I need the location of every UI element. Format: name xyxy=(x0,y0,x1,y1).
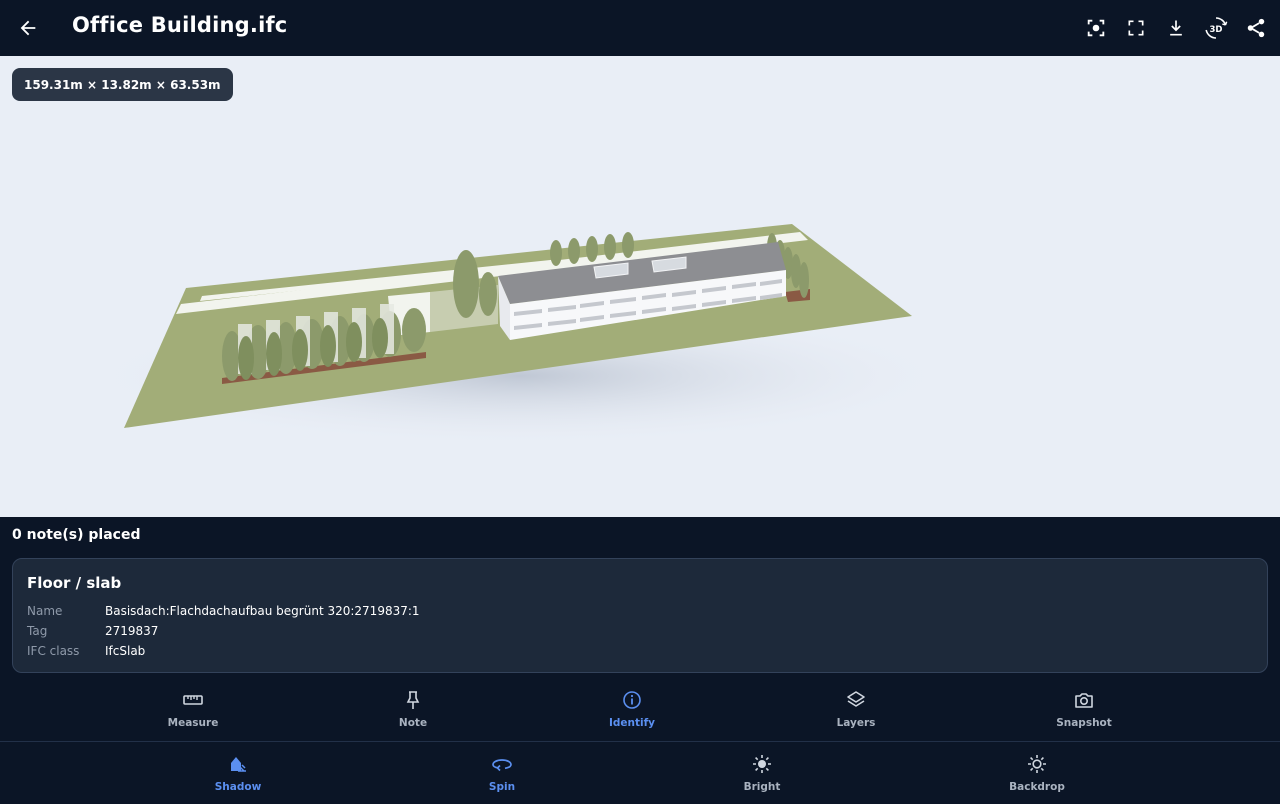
fullscreen-icon xyxy=(1128,20,1144,36)
display-label: Spin xyxy=(488,781,516,793)
info-row-tag: Tag 2719837 xyxy=(27,624,158,638)
top-actions: 3D xyxy=(1080,12,1272,44)
model-dimensions-badge: 159.31m × 13.82m × 63.53m xyxy=(12,68,233,101)
info-value: IfcSlab xyxy=(105,644,146,658)
svg-text:3D: 3D xyxy=(1210,25,1223,35)
shadow-icon xyxy=(231,757,246,772)
sun-icon xyxy=(753,755,771,773)
focus-icon xyxy=(1087,19,1105,37)
info-value: 2719837 xyxy=(105,624,159,638)
display-label: Shadow xyxy=(214,781,262,793)
layers-tool-button[interactable]: Layers xyxy=(796,680,916,738)
display-options-bar: Shadow Spin Bright Backdrop xyxy=(0,742,1280,804)
pin-icon xyxy=(406,691,420,709)
spin-toggle-button[interactable]: Spin xyxy=(442,742,562,802)
shadow-toggle-button[interactable]: Shadow xyxy=(178,742,298,802)
top-app-bar: Office Building.ifc 3D xyxy=(0,0,1280,56)
display-label: Bright xyxy=(743,781,781,793)
tool-label: Layers xyxy=(836,717,876,729)
display-label: Backdrop xyxy=(1009,781,1065,793)
tool-bar: Measure Note Identify Layers Snapshot xyxy=(0,680,1280,741)
info-key: Tag xyxy=(27,624,48,638)
info-value: Basisdach:Flachdachaufbau begrünt 320:27… xyxy=(105,604,420,618)
ruler-icon xyxy=(183,695,203,705)
note-tool-button[interactable]: Note xyxy=(353,680,473,738)
notes-status: 0 note(s) placed xyxy=(12,527,141,543)
tool-label: Snapshot xyxy=(1056,717,1112,729)
view-3d-button[interactable]: 3D xyxy=(1200,12,1232,44)
element-type-title: Floor / slab xyxy=(27,574,122,592)
info-key: Name xyxy=(27,604,63,618)
tool-label: Identify xyxy=(608,717,656,729)
camera-icon xyxy=(1075,693,1093,708)
focus-button[interactable] xyxy=(1080,12,1112,44)
measure-tool-button[interactable]: Measure xyxy=(133,680,253,738)
back-button[interactable] xyxy=(14,14,42,42)
rotate-3d-icon: 3D xyxy=(1205,17,1228,39)
share-icon xyxy=(1247,18,1265,38)
layers-icon xyxy=(847,691,865,707)
bright-toggle-button[interactable]: Bright xyxy=(702,742,822,802)
backdrop-icon xyxy=(1028,755,1046,773)
info-key: IFC class xyxy=(27,644,80,658)
arrow-left-icon xyxy=(20,20,36,36)
ifc-viewer-app: Office Building.ifc 3D 159.31m × 13.82m … xyxy=(0,0,1280,804)
tool-label: Measure xyxy=(167,717,219,729)
identify-tool-button[interactable]: Identify xyxy=(572,680,692,738)
download-button[interactable] xyxy=(1160,12,1192,44)
page-title: Office Building.ifc xyxy=(72,13,288,37)
info-icon xyxy=(623,691,641,709)
snapshot-tool-button[interactable]: Snapshot xyxy=(1024,680,1144,738)
building-model-render[interactable] xyxy=(0,56,1280,517)
fullscreen-button[interactable] xyxy=(1120,12,1152,44)
element-info-card: Floor / slab Name Basisdach:Flachdachauf… xyxy=(12,558,1268,673)
model-viewport[interactable]: 159.31m × 13.82m × 63.53m xyxy=(0,56,1280,517)
download-icon xyxy=(1170,20,1182,36)
spin-icon xyxy=(492,759,512,772)
info-row-ifc-class: IFC class IfcSlab xyxy=(27,644,145,658)
info-row-name: Name Basisdach:Flachdachaufbau begrünt 3… xyxy=(27,604,420,618)
backdrop-toggle-button[interactable]: Backdrop xyxy=(977,742,1097,802)
tool-label: Note xyxy=(398,717,428,729)
share-button[interactable] xyxy=(1240,12,1272,44)
